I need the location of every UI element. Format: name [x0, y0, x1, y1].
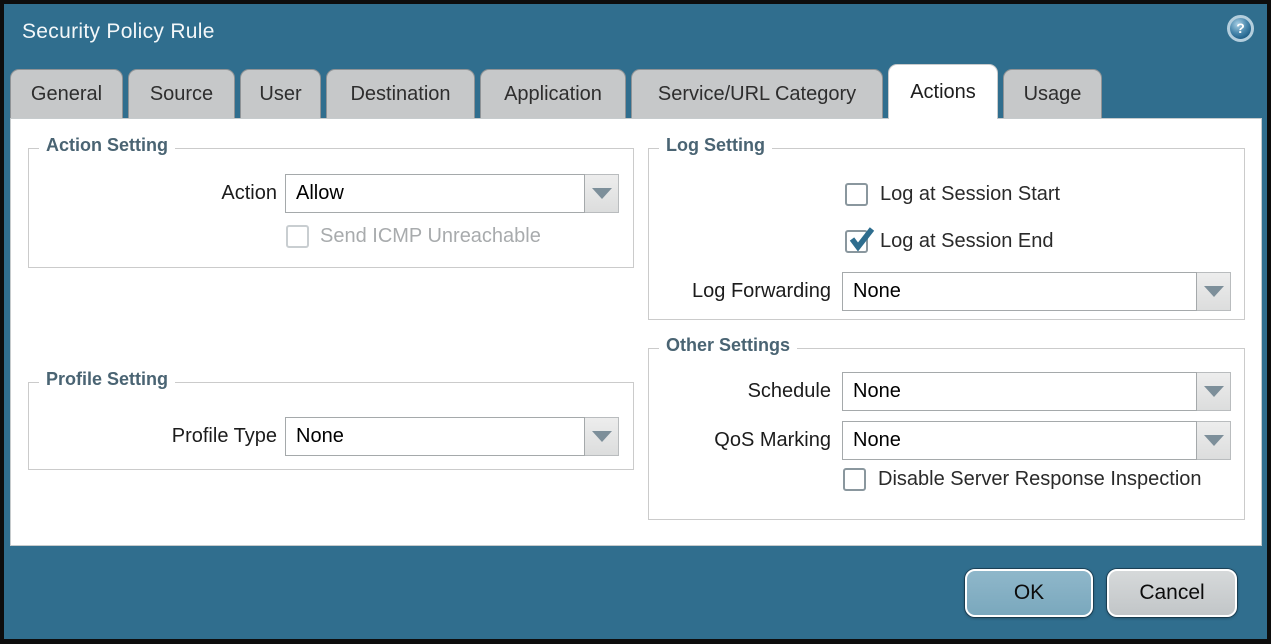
qos-marking-label: QoS Marking [640, 421, 831, 460]
schedule-dropdown-value[interactable]: None [842, 372, 1197, 411]
tab-label: Destination [350, 83, 450, 106]
tab-application[interactable]: Application [480, 69, 626, 118]
log-forwarding-dropdown: None [842, 272, 1231, 311]
ok-button-label: OK [1014, 581, 1044, 605]
disable-server-response-inspection-checkbox[interactable] [843, 468, 866, 491]
log-forwarding-dropdown-value[interactable]: None [842, 272, 1197, 311]
tab-user[interactable]: User [240, 69, 321, 118]
tab-label: General [31, 83, 102, 106]
action-dropdown: Allow [285, 174, 619, 213]
profile-type-dropdown-value[interactable]: None [285, 417, 585, 456]
cancel-button[interactable]: Cancel [1107, 569, 1237, 617]
group-log-setting-legend: Log Setting [659, 135, 772, 156]
tab-general[interactable]: General [10, 69, 123, 118]
group-profile-setting-legend: Profile Setting [39, 369, 175, 390]
chevron-down-icon [1204, 386, 1224, 397]
tab-source[interactable]: Source [128, 69, 235, 118]
chevron-down-icon [592, 188, 612, 199]
tab-label: Application [504, 83, 602, 106]
qos-marking-dropdown: None [842, 421, 1231, 460]
profile-type-dropdown: None [285, 417, 619, 456]
qos-marking-dropdown-button[interactable] [1197, 421, 1231, 460]
checkmark-icon [847, 225, 875, 253]
chevron-down-icon [1204, 435, 1224, 446]
dialog-title: Security Policy Rule [22, 17, 215, 47]
profile-type-dropdown-button[interactable] [585, 417, 619, 456]
action-dropdown-value[interactable]: Allow [285, 174, 585, 213]
chevron-down-icon [1204, 286, 1224, 297]
group-action-setting-legend: Action Setting [39, 135, 175, 156]
send-icmp-unreachable-label: Send ICMP Unreachable [320, 224, 541, 249]
tab-label: Service/URL Category [658, 83, 856, 106]
log-forwarding-label: Log Forwarding [640, 272, 831, 311]
log-session-start-label: Log at Session Start [880, 182, 1060, 207]
schedule-dropdown: None [842, 372, 1231, 411]
schedule-dropdown-button[interactable] [1197, 372, 1231, 411]
qos-marking-dropdown-value[interactable]: None [842, 421, 1197, 460]
tab-actions[interactable]: Actions [888, 64, 998, 119]
help-icon[interactable]: ? [1227, 15, 1254, 42]
log-session-end-label: Log at Session End [880, 229, 1053, 254]
action-label: Action [60, 174, 277, 213]
schedule-label: Schedule [640, 372, 831, 411]
tab-label: User [259, 83, 301, 106]
tab-label: Source [150, 83, 213, 106]
group-other-settings-legend: Other Settings [659, 335, 797, 356]
log-session-end-checkbox[interactable] [845, 230, 868, 253]
cancel-button-label: Cancel [1139, 581, 1204, 605]
tab-label: Usage [1024, 83, 1082, 106]
send-icmp-unreachable-checkbox[interactable] [286, 225, 309, 248]
tab-usage[interactable]: Usage [1003, 69, 1102, 118]
tab-label: Actions [910, 81, 976, 104]
security-policy-rule-dialog: Security Policy Rule ? General Source Us… [0, 0, 1271, 644]
chevron-down-icon [592, 431, 612, 442]
log-forwarding-dropdown-button[interactable] [1197, 272, 1231, 311]
action-dropdown-button[interactable] [585, 174, 619, 213]
log-session-start-checkbox[interactable] [845, 183, 868, 206]
disable-server-response-inspection-label: Disable Server Response Inspection [878, 467, 1202, 492]
tab-service-url-category[interactable]: Service/URL Category [631, 69, 883, 118]
ok-button[interactable]: OK [965, 569, 1093, 617]
tab-destination[interactable]: Destination [326, 69, 475, 118]
profile-type-label: Profile Type [60, 417, 277, 456]
